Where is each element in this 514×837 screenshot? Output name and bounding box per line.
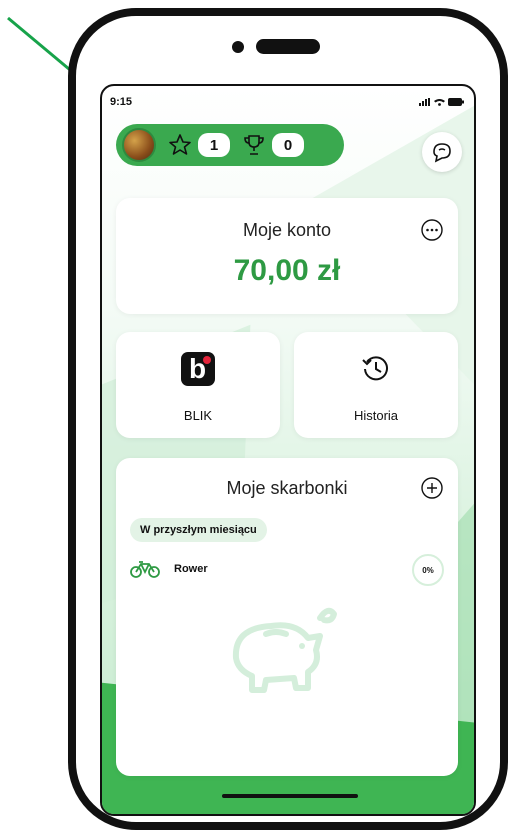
piggy-banks-card: Moje skarbonki W przyszłym miesiącu Rowe… [116, 458, 458, 776]
more-icon [421, 219, 443, 241]
stars-count-badge: 1 [198, 133, 230, 157]
status-icons [419, 98, 464, 106]
history-tile[interactable]: Historia [294, 332, 458, 438]
plus-circle-icon [421, 477, 443, 499]
signal-icon [419, 98, 430, 106]
speaker-grille [256, 39, 320, 54]
piggy-bank-name: Rower [174, 563, 208, 575]
piggy-bank-illustration [232, 607, 337, 693]
piggy-bank-progress: 0% [412, 554, 444, 586]
camera-dot [232, 41, 244, 53]
history-label: Historia [353, 408, 399, 423]
home-indicator[interactable] [222, 794, 358, 798]
more-options-button[interactable] [420, 218, 444, 247]
piggy-bank-item[interactable]: Rower 0% [130, 554, 444, 586]
account-balance: 70,00 zł [233, 254, 341, 287]
blik-logo-icon: b [181, 352, 215, 386]
app-screen: 9:15 1 0 Moje konto 70,00 zł b BLIK Hist… [100, 84, 476, 816]
avatar[interactable] [122, 128, 156, 162]
star-icon [168, 133, 192, 157]
bicycle-icon [130, 561, 160, 578]
account-title: Moje konto [242, 220, 332, 240]
account-card[interactable]: Moje konto 70,00 zł [116, 198, 458, 314]
blik-label: BLIK [183, 408, 213, 423]
piggy-banks-title: Moje skarbonki [226, 478, 348, 498]
section-chip: W przyszłym miesiącu [130, 518, 267, 542]
history-icon [362, 356, 388, 381]
phone-frame: 9:15 1 0 Moje konto 70,00 zł b BLIK Hist… [68, 8, 508, 830]
chat-icon [433, 143, 451, 163]
add-piggy-bank-button[interactable] [420, 476, 444, 505]
chat-button[interactable] [422, 132, 462, 172]
status-time: 9:15 [110, 96, 133, 108]
battery-icon [448, 98, 464, 106]
wifi-icon [434, 99, 445, 106]
trophy-icon [242, 133, 266, 157]
trophies-count-badge: 0 [272, 133, 304, 157]
profile-rewards-bar[interactable]: 1 0 [116, 124, 344, 166]
blik-tile[interactable]: b BLIK [116, 332, 280, 438]
